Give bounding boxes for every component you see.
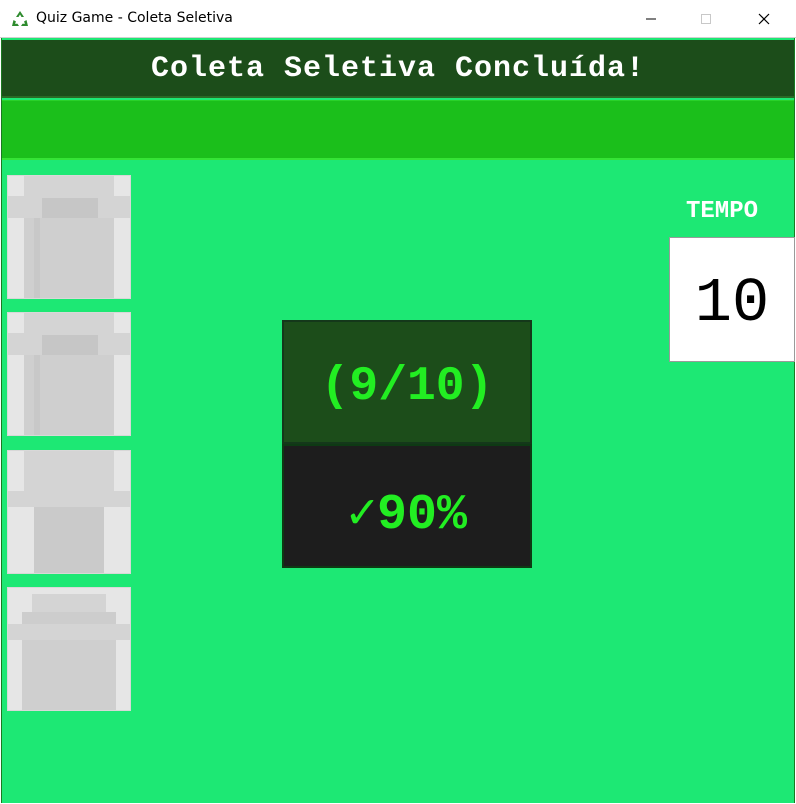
minimize-icon [646,18,656,20]
minimize-button[interactable] [628,0,674,38]
trash-bin-3[interactable] [7,450,131,574]
window-titlebar: Quiz Game - Coleta Seletiva [0,0,796,38]
score-value: (9/10) [320,360,494,414]
trash-bin-2[interactable] [7,312,131,436]
timer-display: 10 [669,237,795,362]
percentage-panel: ✓90% [282,444,532,568]
timer-label: TEMPO [686,198,759,225]
recycle-icon [12,11,28,26]
bin-icon [8,313,130,435]
bin-icon [8,594,130,710]
page-title: Coleta Seletiva Concluída! [150,52,646,86]
trash-bin-4[interactable] [7,587,131,711]
bin-icon [8,176,130,298]
timer-value: 10 [694,268,770,339]
header-banner: Coleta Seletiva Concluída! [2,40,794,98]
score-panel: (9/10) [282,320,532,444]
window-title: Quiz Game - Coleta Seletiva [36,10,233,26]
bin-icon [8,451,130,573]
percentage-value: ✓90% [346,487,468,544]
close-button[interactable] [741,0,787,38]
status-bar [2,100,794,160]
maximize-icon [701,14,711,24]
maximize-button[interactable] [683,0,729,38]
close-icon [758,13,770,25]
trash-bin-1[interactable] [7,175,131,299]
